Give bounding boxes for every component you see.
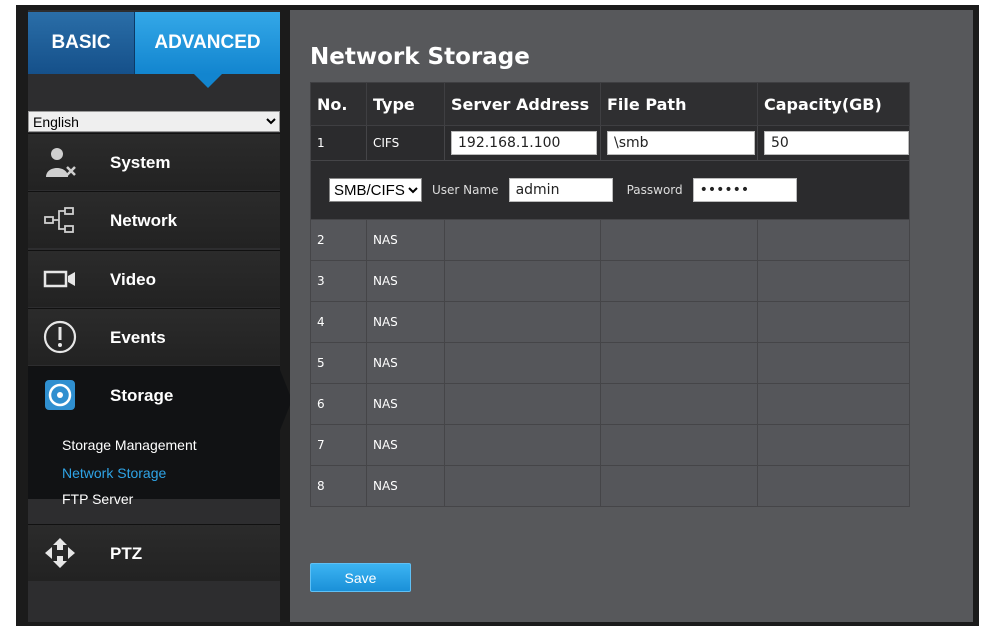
alert-icon (42, 319, 78, 355)
server-address-cell[interactable] (444, 342, 601, 384)
capacity-cell[interactable] (757, 465, 910, 507)
table-row: 6 NAS (310, 383, 910, 425)
credentials-row: SMB/CIFS User Name Password (317, 178, 909, 202)
capacity-cell (757, 125, 910, 161)
network-icon (42, 202, 78, 238)
password-label: Password (626, 183, 683, 197)
user-settings-icon (42, 144, 78, 180)
sidebar-item-label: PTZ (110, 544, 143, 563)
video-camera-icon (42, 261, 78, 297)
row-type: NAS (366, 219, 445, 261)
table-row: 5 NAS (310, 342, 910, 384)
capacity-cell[interactable] (757, 383, 910, 425)
row-number: 1 (310, 125, 367, 161)
capacity-input[interactable] (764, 131, 909, 155)
table-header-row: No. Type Server Address File Path Capaci… (310, 82, 910, 126)
ptz-arrows-icon (42, 535, 78, 571)
tab-basic[interactable]: BASIC (28, 12, 135, 74)
row-type: NAS (366, 301, 445, 343)
row-number: 3 (310, 260, 367, 302)
network-storage-table: No. Type Server Address File Path Capaci… (310, 82, 910, 507)
tab-advanced[interactable]: ADVANCED (135, 12, 280, 74)
table-row-credentials: SMB/CIFS User Name Password (310, 160, 910, 220)
file-path-cell[interactable] (600, 219, 758, 261)
language-select[interactable]: English (28, 111, 280, 132)
file-path-cell[interactable] (600, 301, 758, 343)
row-type: NAS (366, 465, 445, 507)
file-path-cell[interactable] (600, 465, 758, 507)
row-number: 6 (310, 383, 367, 425)
language-select-wrapper: English (28, 111, 280, 132)
table-row: 8 NAS (310, 465, 910, 507)
sidebar-item-label: Storage (110, 386, 174, 405)
file-path-cell[interactable] (600, 260, 758, 302)
capacity-cell[interactable] (757, 342, 910, 384)
server-address-cell[interactable] (444, 424, 601, 466)
active-tab-indicator (194, 74, 222, 88)
server-address-cell[interactable] (444, 301, 601, 343)
table-row: 7 NAS (310, 424, 910, 466)
storage-disk-icon (42, 377, 78, 413)
row-type: NAS (366, 383, 445, 425)
row-number: 5 (310, 342, 367, 384)
file-path-cell[interactable] (600, 424, 758, 466)
credentials-cell: SMB/CIFS User Name Password (310, 160, 910, 220)
sidebar-item-label: Events (110, 328, 166, 347)
mode-tabs: BASIC ADVANCED (28, 12, 280, 74)
file-path-input[interactable] (607, 131, 755, 155)
row-type: NAS (366, 260, 445, 302)
table-row: 4 NAS (310, 301, 910, 343)
sidebar-item-system[interactable]: System (28, 133, 280, 190)
sidebar-item-label: Network (110, 211, 178, 230)
protocol-select[interactable]: SMB/CIFS (329, 178, 422, 202)
table-row: 2 NAS (310, 219, 910, 261)
row-number: 4 (310, 301, 367, 343)
capacity-cell[interactable] (757, 301, 910, 343)
header-capacity: Capacity(GB) (757, 82, 910, 126)
submenu-ftp-server[interactable]: FTP Server (62, 491, 133, 507)
sidebar-item-network[interactable]: Network (28, 191, 280, 248)
server-address-cell[interactable] (444, 260, 601, 302)
capacity-cell[interactable] (757, 260, 910, 302)
row-number: 7 (310, 424, 367, 466)
file-path-cell (600, 125, 758, 161)
capacity-cell[interactable] (757, 424, 910, 466)
username-label: User Name (432, 183, 499, 197)
header-type: Type (366, 82, 445, 126)
submenu-network-storage[interactable]: Network Storage (62, 465, 166, 481)
header-file-path: File Path (600, 82, 758, 126)
username-input[interactable] (508, 178, 613, 202)
header-no: No. (310, 82, 367, 126)
table-row: 1 CIFS (310, 125, 910, 161)
save-button[interactable]: Save (310, 563, 411, 592)
password-input[interactable] (692, 178, 797, 202)
row-number: 2 (310, 219, 367, 261)
server-address-cell (444, 125, 601, 161)
row-type: NAS (366, 424, 445, 466)
file-path-cell[interactable] (600, 383, 758, 425)
row-type: CIFS (366, 125, 445, 161)
server-address-cell[interactable] (444, 465, 601, 507)
page-title: Network Storage (310, 44, 530, 70)
sidebar-item-video[interactable]: Video (28, 250, 280, 307)
capacity-cell[interactable] (757, 219, 910, 261)
sidebar-item-events[interactable]: Events (28, 308, 280, 365)
server-address-cell[interactable] (444, 219, 601, 261)
server-address-cell[interactable] (444, 383, 601, 425)
submenu-storage-management[interactable]: Storage Management (62, 437, 197, 453)
server-address-input[interactable] (451, 131, 597, 155)
row-number: 8 (310, 465, 367, 507)
sidebar-item-label: System (110, 153, 171, 172)
header-server-address: Server Address (444, 82, 601, 126)
file-path-cell[interactable] (600, 342, 758, 384)
table-row: 3 NAS (310, 260, 910, 302)
sidebar-item-label: Video (110, 270, 156, 289)
sidebar-item-ptz[interactable]: PTZ (28, 524, 280, 581)
row-type: NAS (366, 342, 445, 384)
sidebar-item-storage[interactable]: Storage Storage Management Network Stora… (28, 366, 280, 507)
